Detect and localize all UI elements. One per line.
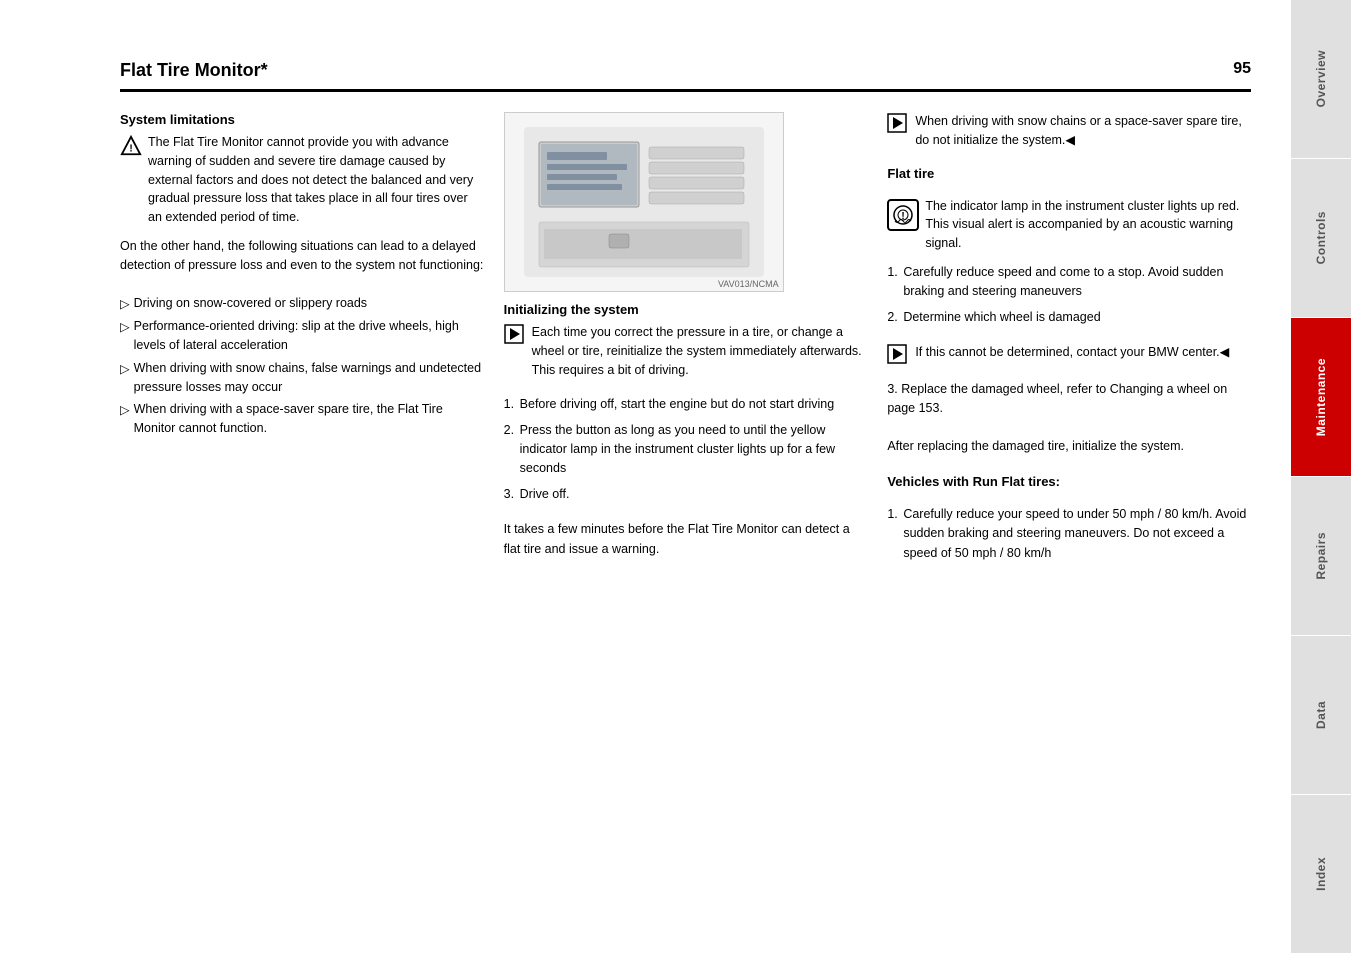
cannot-determine-text: If this cannot be determined, contact yo… [915,343,1229,362]
init-steps-list: 1. Before driving off, start the engine … [504,395,868,510]
step-text: Press the button as long as you need to … [520,423,835,476]
list-item: 3. Drive off. [504,485,868,504]
list-item: ▷ Driving on snow-covered or slippery ro… [120,294,484,314]
section-title-init: Initializing the system [504,302,868,317]
col2-initializing: VAV013/NCMA Initializing the system Each… [504,112,868,569]
warning-text: The Flat Tire Monitor cannot provide you… [148,133,484,227]
step-text: Before driving off, start the engine but… [520,397,835,411]
list-item: 1. Carefully reduce your speed to under … [887,505,1251,563]
bullet-arrow-icon: ▷ [120,401,130,420]
cannot-determine-note: If this cannot be determined, contact yo… [887,343,1251,364]
bullet-text: Performance-oriented driving: slip at th… [134,317,484,355]
bullet-arrow-icon: ▷ [120,295,130,314]
col1-system-limitations: System limitations ! The Flat Tire Monit… [120,112,484,569]
bullet-arrow-icon: ▷ [120,318,130,337]
flat-tire-desc: The indicator lamp in the instrument clu… [925,197,1251,253]
after-replace-text: After replacing the damaged tire, initia… [887,437,1251,456]
sidebar-tab-index-label: Index [1314,857,1328,891]
list-item: ▷ When driving with a space-saver spare … [120,400,484,438]
sidebar-tab-repairs[interactable]: Repairs [1291,477,1351,636]
sidebar-tab-data[interactable]: Data [1291,636,1351,795]
sidebar-tab-index[interactable]: Index [1291,795,1351,954]
col3-flat-tire: When driving with snow chains or a space… [887,112,1251,569]
section-title-flat-tire: Flat tire [887,166,1251,181]
run-flat-title: Vehicles with Run Flat tires: [887,474,1251,489]
dashboard-svg [519,122,769,282]
section-title-system-limitations: System limitations [120,112,484,127]
step-text: Drive off. [520,487,570,501]
step3-text: 3. Replace the damaged wheel, refer to C… [887,380,1251,419]
sidebar-tab-repairs-label: Repairs [1314,532,1328,580]
init-note-block: Each time you correct the pressure in a … [504,323,868,379]
list-item: 1. Carefully reduce speed and come to a … [887,263,1251,302]
init-note-text: Each time you correct the pressure in a … [532,323,868,379]
bullet-text: When driving with a space-saver spare ti… [134,400,484,438]
list-item: ▷ When driving with snow chains, false w… [120,359,484,397]
warning-block: ! The Flat Tire Monitor cannot provide y… [120,133,484,227]
sidebar-tab-overview[interactable]: Overview [1291,0,1351,159]
step-text: Carefully reduce speed and come to a sto… [903,265,1223,298]
sidebar-right: Overview Controls Maintenance Repairs Da… [1291,0,1351,954]
list-item: ▷ Performance-oriented driving: slip at … [120,317,484,355]
footer-text: It takes a few minutes before the Flat T… [504,520,868,559]
sidebar-tab-maintenance[interactable]: Maintenance [1291,318,1351,477]
flat-tire-warning-block: ! The indicator lamp in the instrument c… [887,197,1251,253]
bullet-text: When driving with snow chains, false war… [134,359,484,397]
list-item: 2. Press the button as long as you need … [504,421,868,479]
sidebar-tab-data-label: Data [1314,701,1328,729]
snow-chain-text: When driving with snow chains or a space… [915,112,1251,150]
page-number: 95 [1233,60,1251,78]
bullet-arrow-icon: ▷ [120,360,130,379]
page-title: Flat Tire Monitor* [120,60,268,81]
warning-triangle-icon: ! [120,135,142,157]
play-icon [504,324,524,344]
bullet-text: Driving on snow-covered or slippery road… [134,294,367,313]
following-situations-text: On the other hand, the following situati… [120,237,484,276]
play-icon-cannot [887,344,907,364]
page-header: Flat Tire Monitor* 95 [120,60,1251,92]
sidebar-tab-controls-label: Controls [1314,211,1328,264]
svg-text:!: ! [129,144,132,155]
list-item: 1. Before driving off, start the engine … [504,395,868,414]
sidebar-tab-maintenance-label: Maintenance [1314,358,1328,436]
bullet-list-limitations: ▷ Driving on snow-covered or slippery ro… [120,294,484,442]
image-label: VAV013/NCMA [718,279,779,289]
flat-tire-indicator-icon: ! [887,199,919,231]
step-text: Determine which wheel is damaged [903,310,1100,324]
sidebar-tab-overview-label: Overview [1314,50,1328,107]
flat-tire-steps: 1. Carefully reduce speed and come to a … [887,263,1251,333]
play-icon-snow [887,113,907,133]
run-flat-steps: 1. Carefully reduce your speed to under … [887,505,1251,569]
dashboard-image: VAV013/NCMA [504,112,784,292]
sidebar-tab-controls[interactable]: Controls [1291,159,1351,318]
list-item: 2. Determine which wheel is damaged [887,308,1251,327]
snow-chain-note: When driving with snow chains or a space… [887,112,1251,150]
step-text: Carefully reduce your speed to under 50 … [903,507,1246,560]
